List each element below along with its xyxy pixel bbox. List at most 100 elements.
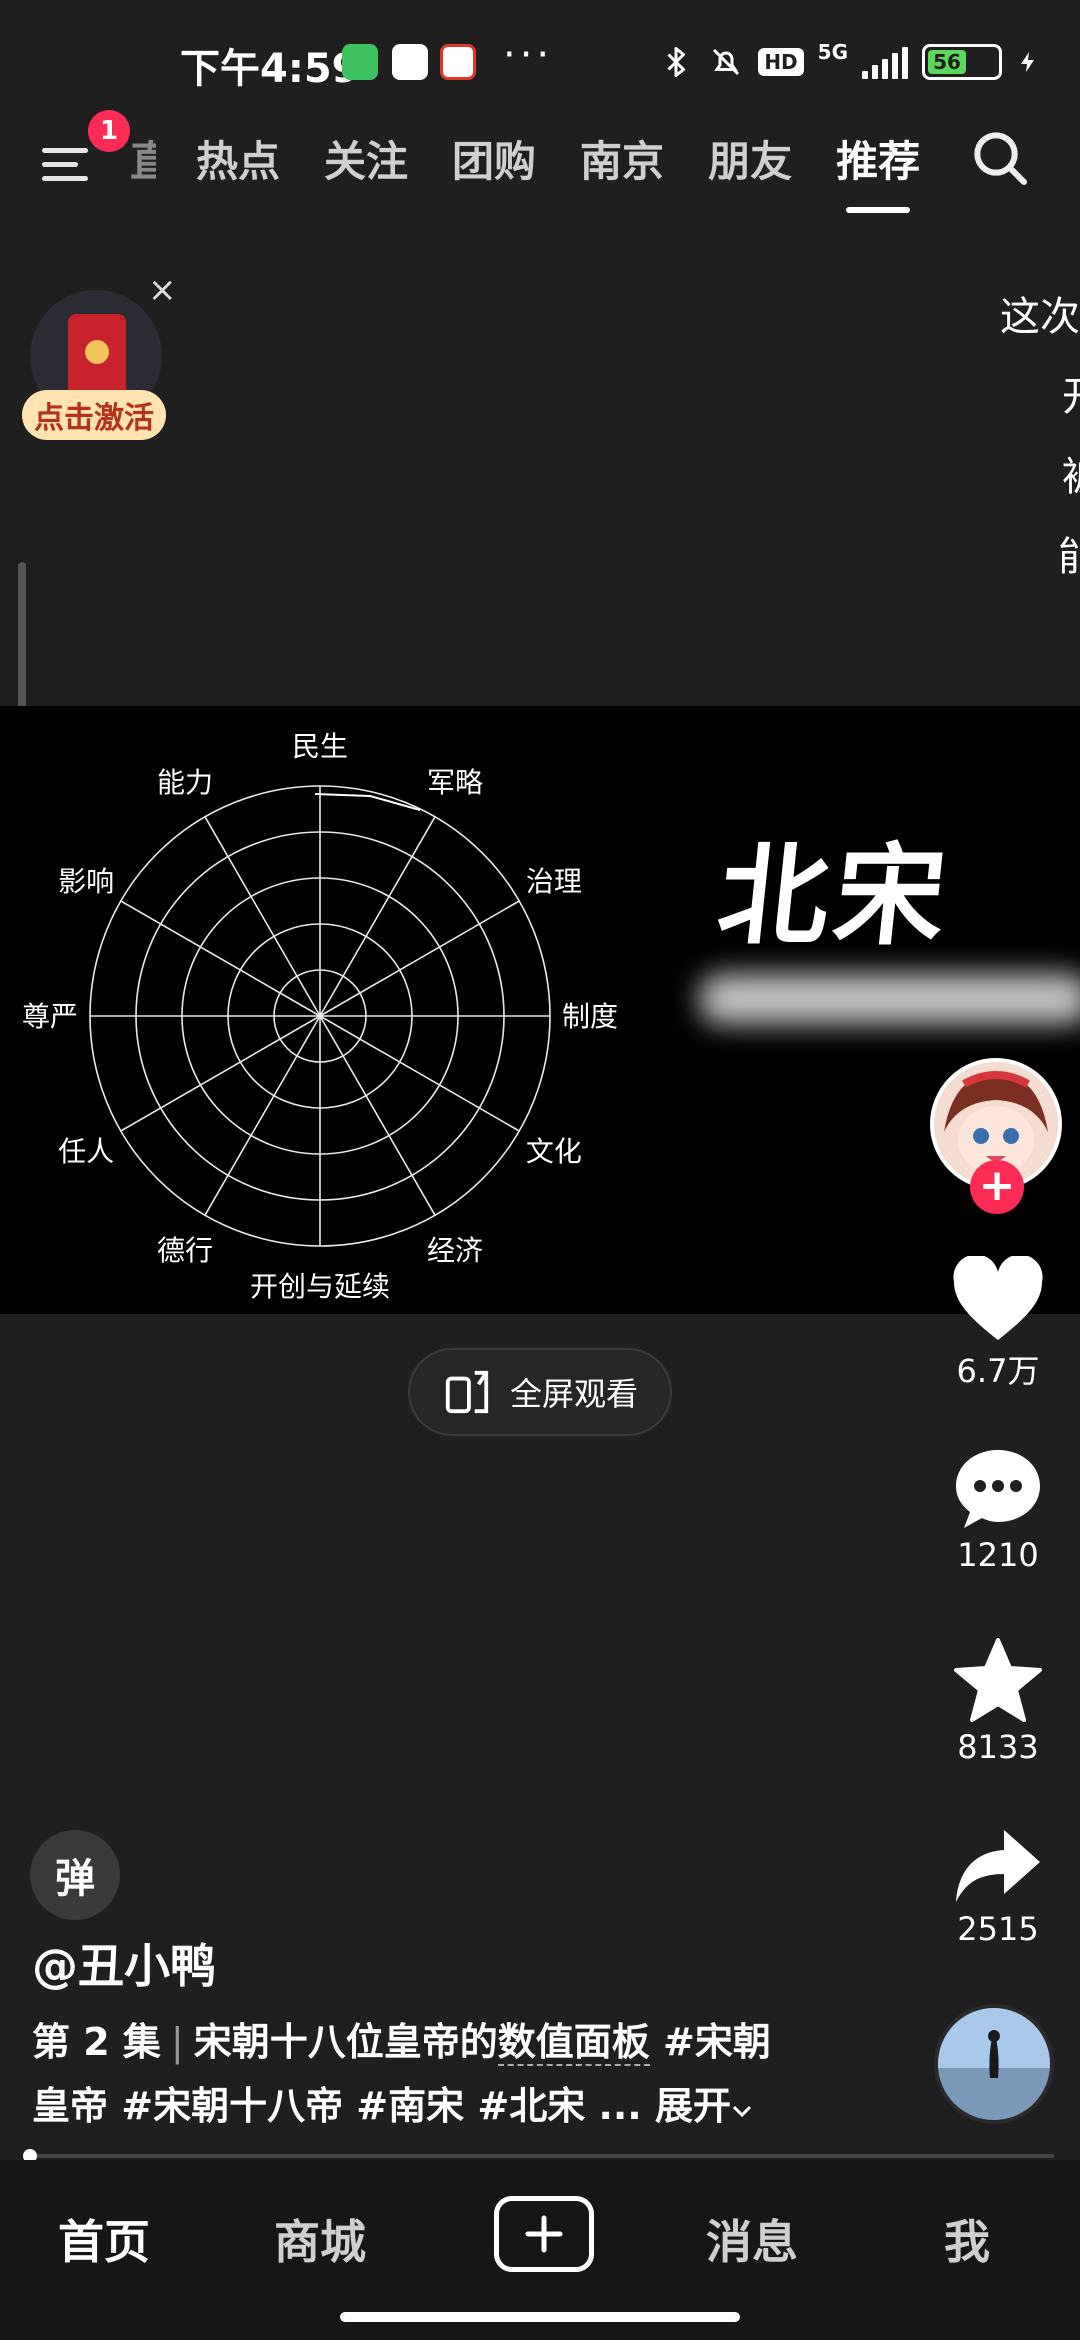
radar-label: 影响 [58, 865, 114, 898]
caption-text: 宋朝十八位皇帝的 [193, 2020, 498, 2064]
radar-label: 经济 [427, 1234, 483, 1267]
tab-following[interactable]: 关注 [324, 128, 408, 189]
search-icon[interactable] [968, 126, 1032, 190]
video-player[interactable]: 民生军略治理制度文化经济开创与延续 德行 任人 尊严 影响 能力 北宋 [0, 706, 1080, 1314]
fullscreen-button[interactable]: 全屏观看 [408, 1348, 672, 1436]
status-bar: 下午4:59 ··· HD 5G 56 [0, 0, 1080, 120]
radar-axis [319, 816, 436, 1017]
tab-local[interactable]: 南京 [580, 128, 664, 189]
video-title: 北宋 [712, 831, 958, 960]
edge-text: 这次 [1000, 294, 1080, 340]
create-post-button[interactable] [494, 2196, 594, 2272]
radar-axis [120, 1015, 321, 1132]
side-scroll-indicator [18, 562, 26, 720]
tab-hot[interactable]: 热点 [196, 128, 280, 189]
music-disc[interactable] [934, 2004, 1054, 2124]
tab-me[interactable]: 我 [944, 2206, 990, 2272]
tab-clipped[interactable]: 直播 [130, 128, 156, 189]
expand-caption-button[interactable]: 展开 [655, 2084, 753, 2128]
share-button[interactable]: 2515 [938, 1826, 1058, 1948]
envelope-icon [68, 314, 126, 402]
plus-icon [525, 2215, 563, 2253]
video-progress-bar[interactable] [23, 2149, 1054, 2163]
radar-axis [319, 1015, 436, 1216]
share-icon [956, 1830, 1040, 1902]
caption-keyword-link[interactable]: 数值面板 [497, 2020, 650, 2066]
radar-chart: 民生军略治理制度文化经济开创与延续 德行 任人 尊严 影响 能力 [22, 730, 618, 1303]
status-time: 下午4:59 [180, 46, 360, 92]
music-cover-image [938, 2008, 1050, 2120]
like-button[interactable]: 6.7万 [938, 1256, 1058, 1392]
post-caption[interactable]: 第 2 集 | 宋朝十八位皇帝的数值面板 #宋朝 皇帝 #宋朝十八帝 #南宋 #北宋… [32, 2010, 892, 2138]
radar-axis [319, 900, 520, 1017]
radar-label: 军略 [427, 766, 483, 799]
hashtags-line[interactable]: 皇帝 #宋朝十八帝 #南宋 #北宋 ... [32, 2084, 642, 2128]
radar-label: 民生 [292, 730, 348, 763]
author-name[interactable]: @丑小鸭 [32, 1930, 216, 1996]
radar-label: 任人 [58, 1135, 114, 1168]
heart-icon [953, 1256, 1043, 1340]
tab-messages[interactable]: 消息 [706, 2206, 798, 2272]
radar-label: 能力 [157, 766, 213, 799]
blurred-subtitle [700, 974, 1080, 1024]
favorite-count: 8133 [957, 1728, 1039, 1766]
battery-icon: 56 [922, 44, 1002, 80]
status-right-icons: HD 5G 56 [658, 40, 1040, 84]
tab-friends[interactable]: 朋友 [708, 128, 792, 189]
comment-button[interactable]: 1210 [938, 1446, 1058, 1574]
radar-label: 治理 [526, 865, 582, 898]
close-icon[interactable]: × [148, 270, 177, 310]
like-count: 6.7万 [956, 1352, 1040, 1390]
tab-mall[interactable]: 商城 [274, 2206, 366, 2272]
comment-count: 1210 [957, 1536, 1039, 1574]
danmaku-label: 弹 [55, 1856, 95, 1902]
comment-icon [956, 1450, 1040, 1528]
danmaku-toggle-button[interactable]: 弹 [30, 1830, 120, 1920]
tab-group-buy[interactable]: 团购 [452, 128, 536, 189]
edge-text: 被 [1062, 444, 1080, 502]
notification-app-icon [342, 44, 378, 80]
home-indicator[interactable] [340, 2312, 740, 2322]
caption-separator: | [170, 2020, 184, 2064]
rotate-screen-icon [445, 1370, 489, 1414]
radar-label: 制度 [562, 1000, 618, 1033]
follow-plus-button[interactable]: + [970, 1160, 1024, 1214]
radar-axis [204, 1015, 321, 1216]
radar-label: 德行 [157, 1234, 213, 1267]
battery-level: 56 [928, 50, 967, 74]
app-root: 下午4:59 ··· HD 5G 56 1 直 热点 关注 团购 南京 朋友 推… [0, 0, 1080, 2340]
red-packet-activate-label: 点击激活 [22, 390, 166, 440]
edge-text: 开 [1062, 364, 1080, 422]
radar-label: 文化 [526, 1135, 582, 1168]
favorite-button[interactable]: 8133 [938, 1636, 1058, 1766]
edge-text: 能 [1058, 534, 1080, 580]
fullscreen-label: 全屏观看 [509, 1375, 638, 1413]
radar-axis [120, 900, 321, 1017]
signal-icon [862, 45, 908, 79]
status-more-indicator: ··· [503, 32, 554, 78]
hd-badge: HD [758, 48, 804, 76]
bluetooth-icon [667, 47, 686, 77]
mute-bell-icon [713, 48, 740, 76]
menu-icon[interactable] [42, 130, 94, 190]
notification-badge: 1 [88, 110, 130, 152]
radar-axis [204, 816, 321, 1017]
expand-label: 展开 [654, 2084, 731, 2128]
notification-app-icon [440, 44, 476, 80]
network-type: 5G [817, 40, 848, 64]
radar-label: 尊严 [22, 1000, 78, 1033]
star-icon [954, 1638, 1042, 1722]
share-count: 2515 [957, 1910, 1039, 1948]
tab-home[interactable]: 首页 [58, 2206, 150, 2272]
notification-app-icon [392, 44, 428, 80]
hashtag[interactable]: #宋朝 [663, 2020, 771, 2064]
radar-label: 开创与延续 [250, 1270, 390, 1303]
charging-icon [1021, 52, 1034, 72]
top-nav: 1 直播 热点 关注 团购 南京 朋友 推荐 [0, 110, 1080, 213]
tab-recommend[interactable]: 推荐 [836, 128, 920, 213]
nav-tabs: 直播 热点 关注 团购 南京 朋友 推荐 [130, 128, 964, 213]
chevron-down-icon [732, 2105, 752, 2118]
radar-axis [319, 1015, 520, 1132]
episode-label[interactable]: 第 2 集 [32, 2020, 161, 2064]
red-packet-widget[interactable]: 点击激活 [22, 286, 172, 456]
